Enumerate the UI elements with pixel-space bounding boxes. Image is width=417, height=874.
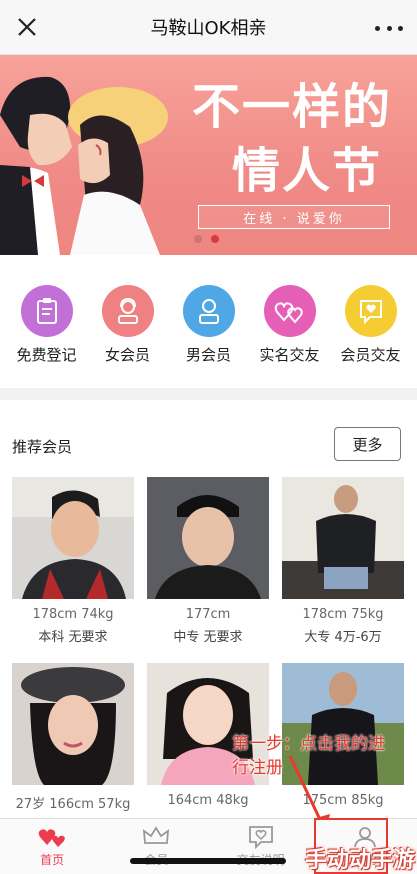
heart-bubble-icon	[344, 285, 397, 337]
tab-label: 首页	[40, 853, 65, 867]
menu-item-male[interactable]: 男会员	[170, 285, 248, 388]
page-title: 马鞍山OK相亲	[150, 18, 267, 39]
app-page: 马鞍山OK相亲 不一样的 情人节 在线 · 说爱你 免费登记 女会员 男会员 实…	[0, 0, 417, 874]
member-stats: 177cm	[185, 607, 231, 622]
man-icon	[182, 285, 235, 337]
menu-label: 免费登记	[16, 346, 77, 364]
member-card[interactable]: 27岁 166cm 57kg	[12, 663, 134, 812]
watermark: 手动动手游	[305, 848, 416, 873]
carousel-dot-active[interactable]	[211, 235, 219, 243]
home-indicator	[130, 858, 286, 864]
woman-icon	[101, 285, 154, 337]
member-stats: 164cm 48kg	[167, 793, 249, 808]
carousel-dot[interactable]	[194, 235, 202, 243]
member-stats: 178cm 74kg	[32, 607, 114, 622]
section-title: 推荐会员	[12, 438, 73, 456]
member-card[interactable]: 178cm 74kg 本科 无要求	[12, 477, 134, 645]
menu-label: 会员交友	[340, 346, 401, 364]
couple-illustration	[0, 76, 168, 255]
promo-banner[interactable]: 不一样的 情人节 在线 · 说爱你	[0, 55, 417, 255]
member-photo	[12, 477, 134, 599]
member-photo	[147, 477, 269, 599]
banner-headline-1: 不一样的	[192, 79, 393, 135]
member-stats: 27岁 166cm 57kg	[15, 797, 131, 812]
hearts-icon	[263, 285, 316, 337]
member-detail: 大专 4万-6万	[304, 630, 382, 645]
hearts-icon	[38, 829, 65, 847]
title-bar: 马鞍山OK相亲	[0, 0, 417, 55]
banner-headline-2: 情人节	[232, 143, 383, 199]
tab-dating-info[interactable]: 交友说明	[209, 819, 313, 874]
menu-item-verified[interactable]: 实名交友	[251, 285, 329, 388]
more-button[interactable]: 更多	[334, 427, 401, 461]
banner-tagline: 在线 · 说爱你	[198, 205, 390, 229]
clipboard-icon	[20, 285, 73, 337]
member-photo	[12, 663, 134, 785]
menu-label: 实名交友	[259, 346, 320, 364]
more-options-icon[interactable]	[375, 16, 403, 40]
menu-label: 男会员	[185, 346, 231, 364]
menu-item-register[interactable]: 免费登记	[8, 285, 86, 388]
carousel-dots	[194, 235, 219, 243]
tab-home[interactable]: 首页	[0, 819, 104, 874]
member-photo	[282, 477, 404, 599]
member-detail: 中专 无要求	[173, 630, 243, 645]
menu-item-female[interactable]: 女会员	[89, 285, 167, 388]
member-card[interactable]: 178cm 75kg 大专 4万-6万	[282, 477, 404, 645]
close-icon[interactable]	[14, 14, 40, 40]
tab-members[interactable]: 会员	[104, 819, 208, 874]
quick-menu: 免费登记 女会员 男会员 实名交友 会员交友	[0, 255, 417, 388]
member-stats: 178cm 75kg	[302, 607, 384, 622]
crown-icon	[143, 826, 170, 844]
heart-chat-icon	[248, 826, 273, 849]
menu-item-member-dating[interactable]: 会员交友	[332, 285, 410, 388]
menu-label: 女会员	[104, 346, 150, 364]
member-detail: 本科 无要求	[38, 630, 108, 645]
member-card[interactable]: 177cm 中专 无要求	[147, 477, 269, 645]
